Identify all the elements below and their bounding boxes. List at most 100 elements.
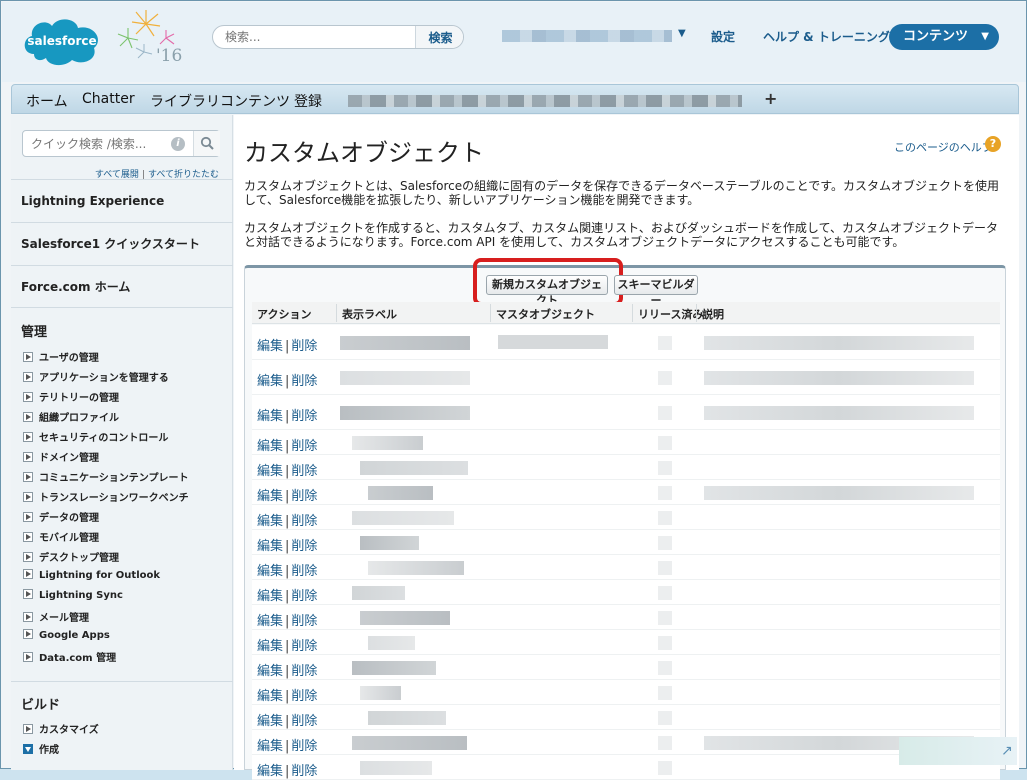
edit-link[interactable]: 編集	[257, 564, 283, 579]
search-button[interactable]	[193, 131, 220, 156]
edit-link[interactable]: 編集	[257, 614, 283, 629]
edit-link[interactable]: 編集	[257, 764, 283, 779]
column-header-action[interactable]: アクション	[257, 306, 311, 322]
app-switcher-button[interactable]: コンテンツ ▼	[889, 24, 999, 50]
sidebar-item-customize[interactable]: カスタマイズ	[23, 721, 99, 736]
salesforce-logo[interactable]: salesforce	[20, 14, 104, 68]
label-redacted[interactable]	[352, 735, 467, 750]
tab-redacted[interactable]	[348, 95, 742, 107]
column-header-description[interactable]: 説明	[702, 306, 724, 322]
delete-link[interactable]: 削除	[291, 639, 317, 654]
edit-link[interactable]: 編集	[257, 739, 283, 754]
delete-link[interactable]: 削除	[291, 439, 317, 454]
search-button[interactable]: 検索	[415, 26, 463, 48]
help-training-link[interactable]: ヘルプ & トレーニング	[763, 28, 890, 45]
label-redacted[interactable]	[360, 460, 468, 475]
delete-link[interactable]: 削除	[291, 374, 317, 389]
label-redacted[interactable]	[340, 370, 470, 385]
delete-link[interactable]: 削除	[291, 764, 317, 779]
sidebar-salesforce1-quickstart[interactable]: Salesforce1 クイックスタート	[11, 222, 233, 265]
sidebar-item-company-profile[interactable]: 組織プロファイル	[23, 409, 119, 424]
schema-builder-button[interactable]: スキーマビルダー	[614, 275, 698, 307]
sidebar-item-desktop[interactable]: デスクトップ管理	[23, 549, 119, 564]
quick-find-input[interactable]	[23, 131, 173, 156]
tab-library[interactable]: ライブラリ	[150, 91, 220, 111]
sidebar-lightning-experience[interactable]: Lightning Experience	[11, 179, 233, 222]
feedback-widget[interactable]	[899, 737, 1017, 765]
delete-link[interactable]: 削除	[291, 409, 317, 424]
tab-content[interactable]: コンテンツ	[220, 91, 290, 111]
edit-link[interactable]: 編集	[257, 589, 283, 604]
sidebar-item-data[interactable]: データの管理	[23, 509, 99, 524]
edit-link[interactable]: 編集	[257, 409, 283, 424]
delete-link[interactable]: 削除	[291, 489, 317, 504]
sidebar-item-domains[interactable]: ドメイン管理	[23, 449, 99, 464]
delete-link[interactable]: 削除	[291, 589, 317, 604]
sidebar-item-apps[interactable]: アプリケーションを管理する	[23, 369, 169, 384]
delete-link[interactable]: 削除	[291, 664, 317, 679]
label-redacted[interactable]	[340, 335, 470, 350]
edit-link[interactable]: 編集	[257, 339, 283, 354]
edit-link[interactable]: 編集	[257, 464, 283, 479]
column-header-deployed[interactable]: リリース済み	[638, 306, 703, 322]
column-header-master[interactable]: マスタオブジェクト	[496, 306, 595, 322]
label-redacted[interactable]	[352, 585, 405, 600]
column-header-label[interactable]: 表示ラベル	[342, 306, 397, 322]
tab-chatter[interactable]: Chatter	[82, 91, 135, 107]
edit-link[interactable]: 編集	[257, 539, 283, 554]
tab-home[interactable]: ホーム	[26, 91, 68, 111]
setup-link[interactable]: 設定	[711, 28, 735, 45]
sidebar-item-lightning-sync[interactable]: Lightning Sync	[23, 589, 123, 601]
label-redacted[interactable]	[368, 635, 415, 650]
sidebar-item-lightning-outlook[interactable]: Lightning for Outlook	[23, 569, 160, 581]
chevron-down-icon[interactable]: ▼	[678, 28, 686, 39]
sidebar-item-email[interactable]: メール管理	[23, 609, 89, 624]
sidebar-item-translation[interactable]: トランスレーションワークベンチ	[23, 489, 189, 504]
info-icon[interactable]: i	[171, 137, 185, 151]
delete-link[interactable]: 削除	[291, 564, 317, 579]
label-redacted[interactable]	[360, 685, 401, 700]
expand-arrow-icon[interactable]: ↗	[1001, 743, 1013, 759]
delete-link[interactable]: 削除	[291, 464, 317, 479]
sidebar-item-security[interactable]: セキュリティのコントロール	[23, 429, 168, 444]
global-search-input[interactable]	[213, 26, 415, 48]
edit-link[interactable]: 編集	[257, 714, 283, 729]
label-redacted[interactable]	[360, 535, 419, 550]
sidebar-item-mobile[interactable]: モバイル管理	[23, 529, 99, 544]
help-icon[interactable]: ?	[985, 136, 1001, 152]
label-redacted[interactable]	[368, 710, 446, 725]
edit-link[interactable]: 編集	[257, 514, 283, 529]
delete-link[interactable]: 削除	[291, 614, 317, 629]
sidebar-item-create[interactable]: 作成	[23, 741, 59, 756]
label-redacted[interactable]	[352, 435, 423, 450]
label-redacted[interactable]	[368, 560, 464, 575]
edit-link[interactable]: 編集	[257, 689, 283, 704]
label-redacted[interactable]	[368, 485, 433, 500]
edit-link[interactable]: 編集	[257, 489, 283, 504]
label-redacted[interactable]	[340, 405, 470, 420]
sidebar-item-google-apps[interactable]: Google Apps	[23, 629, 110, 641]
label-redacted[interactable]	[360, 760, 432, 775]
sidebar-item-datacom[interactable]: Data.com 管理	[23, 649, 116, 664]
sidebar-item-territories[interactable]: テリトリーの管理	[23, 389, 119, 404]
delete-link[interactable]: 削除	[291, 514, 317, 529]
sidebar-item-templates[interactable]: コミュニケーションテンプレート	[23, 469, 189, 484]
sidebar-forcecom-home[interactable]: Force.com ホーム	[11, 265, 233, 308]
user-menu-name[interactable]	[502, 30, 672, 42]
edit-link[interactable]: 編集	[257, 374, 283, 389]
plus-icon[interactable]: +	[764, 89, 777, 108]
label-redacted[interactable]	[352, 510, 454, 525]
label-redacted[interactable]	[360, 610, 450, 625]
delete-link[interactable]: 削除	[291, 539, 317, 554]
edit-link[interactable]: 編集	[257, 639, 283, 654]
edit-link[interactable]: 編集	[257, 664, 283, 679]
delete-link[interactable]: 削除	[291, 714, 317, 729]
delete-link[interactable]: 削除	[291, 339, 317, 354]
delete-link[interactable]: 削除	[291, 689, 317, 704]
tab-subscriptions[interactable]: 登録	[294, 91, 322, 111]
sidebar-item-users[interactable]: ユーザの管理	[23, 349, 99, 364]
edit-link[interactable]: 編集	[257, 439, 283, 454]
label-redacted[interactable]	[352, 660, 436, 675]
delete-link[interactable]: 削除	[291, 739, 317, 754]
page-help-link[interactable]: このページのヘルプ	[894, 139, 993, 155]
